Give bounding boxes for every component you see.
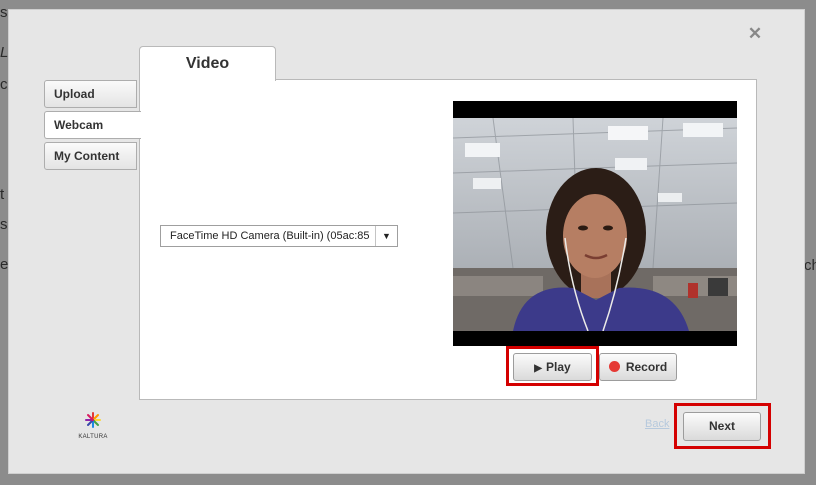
panel-title-tab: Video (139, 46, 276, 81)
tab-webcam[interactable]: Webcam (44, 111, 141, 139)
record-button[interactable]: Record (599, 353, 677, 381)
next-button[interactable]: Next (683, 412, 761, 441)
webcam-preview (453, 101, 737, 346)
background-fragment: s (0, 216, 8, 233)
next-label: Next (708, 419, 735, 433)
background-fragment: t (0, 186, 5, 203)
back-link[interactable]: Back (645, 418, 669, 430)
tab-upload-label: Upload (54, 87, 95, 101)
record-icon (608, 361, 620, 372)
tab-my-content[interactable]: My Content (44, 142, 137, 170)
kaltura-logo: KALTURA (75, 412, 111, 440)
kaltura-logo-text: KALTURA (78, 434, 108, 440)
background-fragment: c (0, 76, 8, 93)
background-fragment: ch (804, 257, 816, 274)
tab-my-content-label: My Content (54, 149, 120, 163)
play-button[interactable]: ▶ Play (513, 353, 592, 381)
play-icon: ▶ (534, 363, 542, 374)
background-fragment: s (0, 4, 8, 21)
kaltura-logo-icon (85, 412, 101, 428)
dropdown-arrow-icon[interactable]: ▼ (375, 226, 397, 246)
camera-select-value: FaceTime HD Camera (Built-in) (05ac:85 (170, 230, 370, 242)
camera-select[interactable]: FaceTime HD Camera (Built-in) (05ac:85 ▼ (160, 225, 398, 247)
webcam-feed-image (453, 118, 737, 331)
play-label: Play (546, 360, 571, 374)
close-icon[interactable]: ✕ (746, 25, 764, 43)
record-label: Record (625, 360, 668, 374)
tab-upload[interactable]: Upload (44, 80, 137, 108)
tab-webcam-label: Webcam (54, 118, 104, 132)
panel-title: Video (185, 55, 230, 72)
